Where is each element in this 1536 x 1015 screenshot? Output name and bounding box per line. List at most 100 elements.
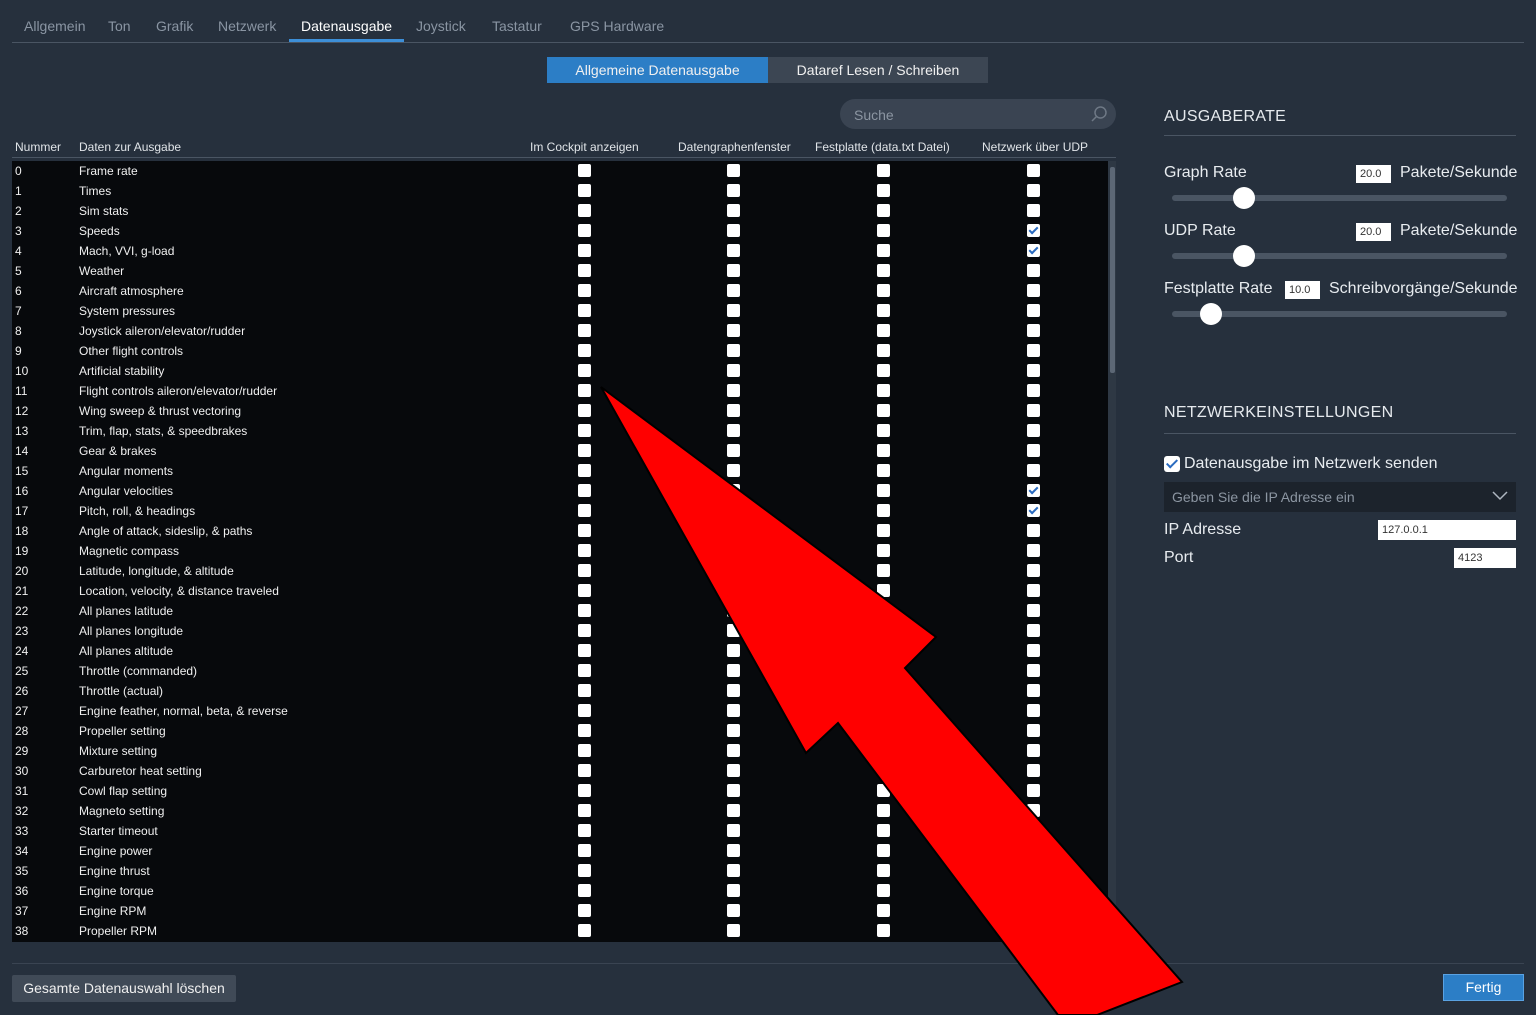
disk-checkbox[interactable]	[877, 824, 890, 837]
cockpit-checkbox[interactable]	[578, 804, 591, 817]
cockpit-checkbox[interactable]	[578, 724, 591, 737]
graph-window-checkbox[interactable]	[727, 824, 740, 837]
cockpit-checkbox[interactable]	[578, 884, 591, 897]
cockpit-checkbox[interactable]	[578, 704, 591, 717]
udp-checkbox[interactable]	[1027, 644, 1040, 657]
udp-checkbox[interactable]	[1027, 404, 1040, 417]
cockpit-checkbox[interactable]	[578, 244, 591, 257]
disk-checkbox[interactable]	[877, 764, 890, 777]
disk-checkbox[interactable]	[877, 304, 890, 317]
udp-checkbox[interactable]	[1027, 424, 1040, 437]
graph-window-checkbox[interactable]	[727, 544, 740, 557]
udp-checkbox[interactable]	[1027, 524, 1040, 537]
disk-checkbox[interactable]	[877, 904, 890, 917]
udp-checkbox[interactable]	[1027, 824, 1040, 837]
graph-window-checkbox[interactable]	[727, 724, 740, 737]
udp-rate-field[interactable]: 20.0	[1356, 223, 1391, 241]
cockpit-checkbox[interactable]	[578, 684, 591, 697]
udp-checkbox[interactable]	[1027, 184, 1040, 197]
udp-checkbox[interactable]	[1027, 884, 1040, 897]
cockpit-checkbox[interactable]	[578, 604, 591, 617]
cockpit-checkbox[interactable]	[578, 744, 591, 757]
udp-checkbox[interactable]	[1027, 664, 1040, 677]
cockpit-checkbox[interactable]	[578, 344, 591, 357]
udp-checkbox[interactable]	[1027, 864, 1040, 877]
graph-window-checkbox[interactable]	[727, 184, 740, 197]
done-button[interactable]: Fertig	[1443, 974, 1524, 1001]
graph-window-checkbox[interactable]	[727, 904, 740, 917]
graph-window-checkbox[interactable]	[727, 664, 740, 677]
cockpit-checkbox[interactable]	[578, 844, 591, 857]
segment-general-output[interactable]: Allgemeine Datenausgabe	[547, 57, 768, 83]
cockpit-checkbox[interactable]	[578, 404, 591, 417]
udp-checkbox[interactable]	[1027, 724, 1040, 737]
udp-checkbox[interactable]	[1027, 364, 1040, 377]
cockpit-checkbox[interactable]	[578, 824, 591, 837]
graph-window-checkbox[interactable]	[727, 624, 740, 637]
disk-checkbox[interactable]	[877, 524, 890, 537]
ip-address-field[interactable]: 127.0.0.1	[1378, 520, 1516, 540]
disk-checkbox[interactable]	[877, 444, 890, 457]
disk-checkbox[interactable]	[877, 464, 890, 477]
graph-window-checkbox[interactable]	[727, 924, 740, 937]
disk-checkbox[interactable]	[877, 284, 890, 297]
table-scrollbar[interactable]	[1108, 161, 1116, 942]
disk-checkbox[interactable]	[877, 584, 890, 597]
graph-window-checkbox[interactable]	[727, 844, 740, 857]
graph-window-checkbox[interactable]	[727, 344, 740, 357]
cockpit-checkbox[interactable]	[578, 304, 591, 317]
udp-checkbox[interactable]	[1027, 324, 1040, 337]
udp-checkbox[interactable]	[1027, 804, 1040, 817]
disk-checkbox[interactable]	[877, 624, 890, 637]
udp-checkbox[interactable]	[1027, 844, 1040, 857]
cockpit-checkbox[interactable]	[578, 164, 591, 177]
cockpit-checkbox[interactable]	[578, 524, 591, 537]
cockpit-checkbox[interactable]	[578, 464, 591, 477]
disk-checkbox[interactable]	[877, 864, 890, 877]
graph-window-checkbox[interactable]	[727, 464, 740, 477]
disk-checkbox[interactable]	[877, 204, 890, 217]
graph-window-checkbox[interactable]	[727, 644, 740, 657]
graph-window-checkbox[interactable]	[727, 364, 740, 377]
port-field[interactable]: 4123	[1454, 548, 1516, 568]
graph-window-checkbox[interactable]	[727, 784, 740, 797]
disk-checkbox[interactable]	[877, 644, 890, 657]
graph-window-checkbox[interactable]	[727, 524, 740, 537]
graph-window-checkbox[interactable]	[727, 244, 740, 257]
graph-window-checkbox[interactable]	[727, 564, 740, 577]
disk-checkbox[interactable]	[877, 784, 890, 797]
cockpit-checkbox[interactable]	[578, 284, 591, 297]
graph-window-checkbox[interactable]	[727, 284, 740, 297]
cockpit-checkbox[interactable]	[578, 444, 591, 457]
udp-checkbox[interactable]	[1027, 624, 1040, 637]
disk-checkbox[interactable]	[877, 344, 890, 357]
udp-checkbox[interactable]	[1027, 904, 1040, 917]
tab-grafik[interactable]: Grafik	[156, 18, 193, 34]
cockpit-checkbox[interactable]	[578, 484, 591, 497]
disk-checkbox[interactable]	[877, 604, 890, 617]
graph-window-checkbox[interactable]	[727, 604, 740, 617]
cockpit-checkbox[interactable]	[578, 544, 591, 557]
udp-checkbox[interactable]	[1027, 784, 1040, 797]
graph-window-checkbox[interactable]	[727, 504, 740, 517]
udp-checkbox[interactable]	[1027, 264, 1040, 277]
udp-checkbox[interactable]	[1027, 764, 1040, 777]
disk-checkbox[interactable]	[877, 184, 890, 197]
cockpit-checkbox[interactable]	[578, 664, 591, 677]
graph-window-checkbox[interactable]	[727, 804, 740, 817]
udp-checkbox[interactable]	[1027, 684, 1040, 697]
disk-checkbox[interactable]	[877, 324, 890, 337]
disk-checkbox[interactable]	[877, 704, 890, 717]
disk-checkbox[interactable]	[877, 684, 890, 697]
disk-checkbox[interactable]	[877, 384, 890, 397]
graph-window-checkbox[interactable]	[727, 204, 740, 217]
graph-rate-slider-knob[interactable]	[1233, 187, 1255, 209]
disk-checkbox[interactable]	[877, 724, 890, 737]
disk-checkbox[interactable]	[877, 404, 890, 417]
udp-checkbox[interactable]	[1027, 604, 1040, 617]
disk-checkbox[interactable]	[877, 364, 890, 377]
cockpit-checkbox[interactable]	[578, 764, 591, 777]
segment-dataref-read-write[interactable]: Dataref Lesen / Schreiben	[768, 57, 988, 83]
graph-window-checkbox[interactable]	[727, 704, 740, 717]
cockpit-checkbox[interactable]	[578, 564, 591, 577]
